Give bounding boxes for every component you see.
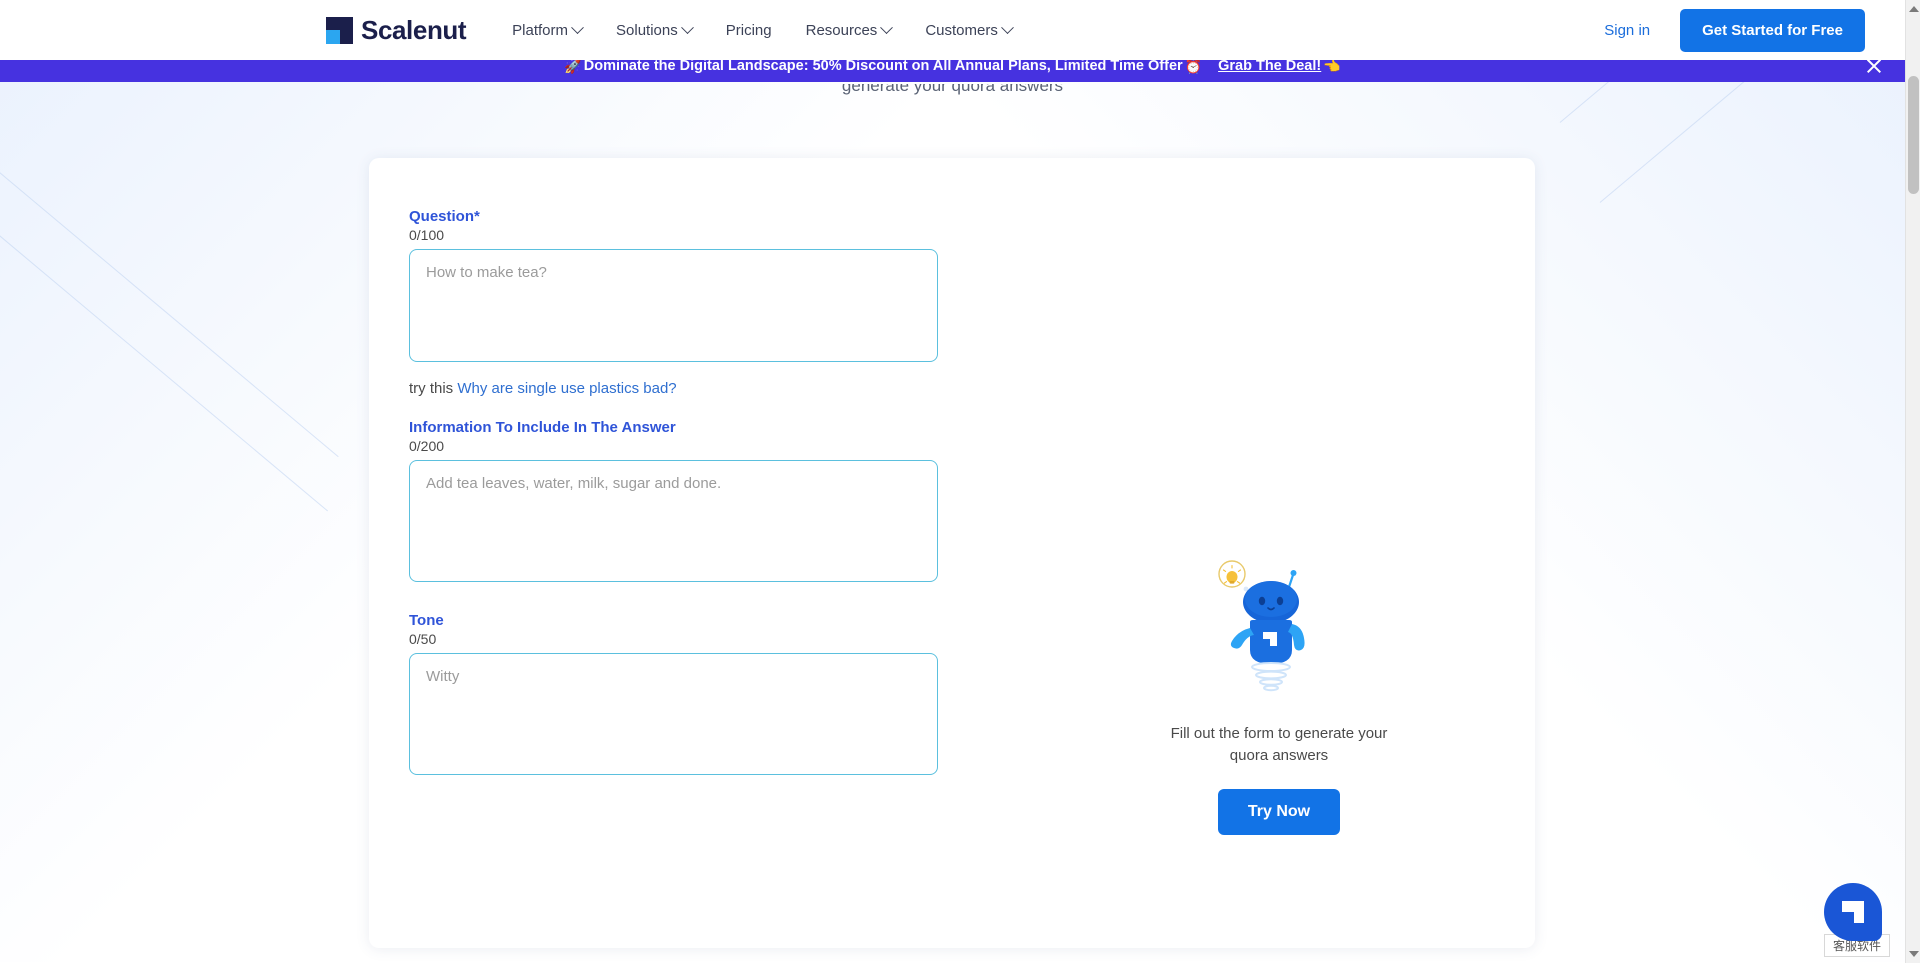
page-root: generate your quora answers Scalenut Pla… xyxy=(0,0,1920,963)
preview-panel: Fill out the form to generate your quora… xyxy=(1069,558,1489,835)
page-scrollbar[interactable] xyxy=(1905,0,1920,963)
scalenut-logo-icon xyxy=(326,16,353,44)
brand-logo[interactable]: Scalenut xyxy=(326,14,467,46)
nav-links: Platform Solutions Pricing Resources Cus… xyxy=(512,20,1014,39)
generator-form: Question* 0/100 try this Why are single … xyxy=(409,208,969,775)
nav-item-platform[interactable]: Platform xyxy=(512,20,584,39)
top-navbar: Scalenut Platform Solutions Pricing Reso… xyxy=(0,0,1905,60)
sign-in-link[interactable]: Sign in xyxy=(1604,22,1650,39)
chat-widget-button[interactable] xyxy=(1824,883,1882,941)
chevron-down-icon xyxy=(1000,20,1014,34)
hero-subheading-clipped: generate your quora answers xyxy=(0,84,1905,98)
nav-item-pricing[interactable]: Pricing xyxy=(726,22,772,39)
scrollbar-thumb[interactable] xyxy=(1908,76,1919,194)
information-char-count: 0/200 xyxy=(409,438,445,454)
information-input[interactable] xyxy=(409,460,938,582)
nav-item-pricing-label: Pricing xyxy=(725,21,772,39)
grab-the-deal-link[interactable]: Grab The Deal! xyxy=(1218,58,1321,74)
try-this-prefix: try this xyxy=(409,380,454,397)
nav-item-solutions[interactable]: Solutions xyxy=(616,20,694,39)
promo-banner-text: Dominate the Digital Landscape: 50% Disc… xyxy=(583,58,1183,74)
try-this-link[interactable]: Why are single use plastics bad? xyxy=(457,380,676,397)
tone-label: Tone xyxy=(409,612,444,629)
rocket-icon: 🚀 xyxy=(564,57,582,74)
chevron-down-icon xyxy=(680,20,694,34)
nav-item-customers-label: Customers xyxy=(925,21,998,39)
alarm-clock-icon: ⏰ xyxy=(1184,57,1203,74)
try-now-button[interactable]: Try Now xyxy=(1217,788,1341,835)
information-label: Information To Include In The Answer xyxy=(409,419,676,436)
pointing-hand-icon: 👈 xyxy=(1323,57,1341,74)
chevron-down-icon xyxy=(880,20,894,34)
robot-mascot-icon xyxy=(1214,558,1344,693)
nav-item-platform-label: Platform xyxy=(512,21,569,39)
brand-name: Scalenut xyxy=(361,14,467,45)
hero-subheading-text: generate your quora answers xyxy=(841,84,1064,95)
question-input[interactable] xyxy=(409,249,938,362)
nav-actions: Sign in Get Started for Free xyxy=(1604,8,1865,52)
preview-message: Fill out the form to generate your quora… xyxy=(1170,725,1388,764)
chat-logo-icon xyxy=(1842,901,1864,923)
nav-item-resources[interactable]: Resources xyxy=(805,20,894,39)
question-char-count: 0/100 xyxy=(409,227,445,243)
tone-char-count: 0/50 xyxy=(409,631,437,647)
scroll-down-arrow-icon[interactable] xyxy=(1909,951,1919,957)
try-this-suggestion: try this Why are single use plastics bad… xyxy=(409,380,969,397)
generator-card: Question* 0/100 try this Why are single … xyxy=(369,158,1535,948)
chevron-down-icon xyxy=(571,20,584,34)
tone-input[interactable] xyxy=(409,653,938,775)
nav-item-resources-label: Resources xyxy=(805,21,878,39)
get-started-button[interactable]: Get Started for Free xyxy=(1680,8,1865,52)
question-label: Question* xyxy=(409,208,480,225)
nav-item-customers[interactable]: Customers xyxy=(925,20,1014,39)
scroll-up-arrow-icon[interactable] xyxy=(1909,6,1919,12)
nav-item-solutions-label: Solutions xyxy=(616,21,678,39)
